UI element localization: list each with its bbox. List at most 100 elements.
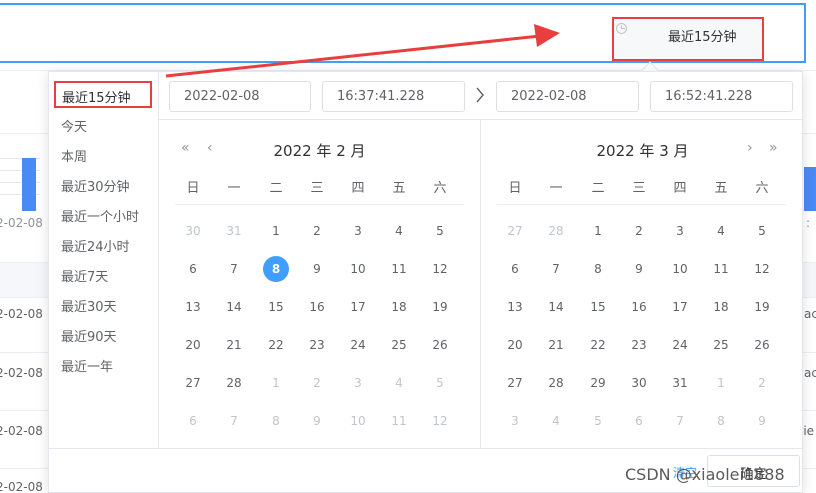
calendar-day[interactable]: 28 <box>221 370 247 396</box>
calendar-day[interactable]: 23 <box>626 332 652 358</box>
calendar-day-other-month[interactable]: 1 <box>708 370 734 396</box>
calendar-day[interactable]: 18 <box>386 294 412 320</box>
calendar-day[interactable]: 18 <box>708 294 734 320</box>
calendar-day[interactable]: 27 <box>180 370 206 396</box>
calendar-day[interactable]: 27 <box>502 370 528 396</box>
calendar-day-other-month[interactable]: 8 <box>708 408 734 434</box>
calendar-day[interactable]: 22 <box>263 332 289 358</box>
calendar-day[interactable]: 17 <box>667 294 693 320</box>
calendar-day[interactable]: 12 <box>427 256 453 282</box>
calendar-day[interactable]: 3 <box>345 218 371 244</box>
shortcut-last-90-days[interactable]: 最近90天 <box>61 326 117 345</box>
calendar-day[interactable]: 15 <box>585 294 611 320</box>
calendar-day[interactable]: 4 <box>386 218 412 244</box>
calendar-day-other-month[interactable]: 2 <box>304 370 330 396</box>
calendar-day-other-month[interactable]: 1 <box>263 370 289 396</box>
calendar-day-other-month[interactable]: 28 <box>543 218 569 244</box>
calendar-day[interactable]: 17 <box>345 294 371 320</box>
shortcut-today[interactable]: 今天 <box>61 116 87 135</box>
calendar-day[interactable]: 26 <box>427 332 453 358</box>
calendar-day[interactable]: 14 <box>543 294 569 320</box>
calendar-day-other-month[interactable]: 6 <box>180 408 206 434</box>
calendar-day-other-month[interactable]: 10 <box>345 408 371 434</box>
calendar-day-other-month[interactable]: 3 <box>502 408 528 434</box>
shortcut-last-7-days[interactable]: 最近7天 <box>61 266 108 285</box>
calendar-day[interactable]: 19 <box>427 294 453 320</box>
end-date-input[interactable]: 2022-02-08 <box>496 81 639 112</box>
calendar-day[interactable]: 14 <box>221 294 247 320</box>
end-time-input[interactable]: 16:52:41.228 <box>650 81 793 112</box>
calendar-day[interactable]: 13 <box>502 294 528 320</box>
calendar-day[interactable]: 25 <box>386 332 412 358</box>
calendar-day-other-month[interactable]: 31 <box>221 218 247 244</box>
calendar-day-other-month[interactable]: 11 <box>386 408 412 434</box>
calendar-day-other-month[interactable]: 8 <box>263 408 289 434</box>
calendar-day[interactable]: 6 <box>180 256 206 282</box>
calendar-day[interactable]: 10 <box>667 256 693 282</box>
calendar-day[interactable]: 20 <box>180 332 206 358</box>
calendar-day[interactable]: 4 <box>708 218 734 244</box>
calendar-day-other-month[interactable]: 5 <box>585 408 611 434</box>
calendar-day-other-month[interactable]: 30 <box>180 218 206 244</box>
calendar-day[interactable]: 13 <box>180 294 206 320</box>
calendar-day[interactable]: 5 <box>427 218 453 244</box>
calendar-day[interactable]: 1 <box>263 218 289 244</box>
calendar-day-other-month[interactable]: 4 <box>386 370 412 396</box>
calendar-day[interactable]: 29 <box>585 370 611 396</box>
calendar-day[interactable]: 21 <box>543 332 569 358</box>
calendar-day[interactable]: 6 <box>502 256 528 282</box>
calendar-day[interactable]: 26 <box>749 332 775 358</box>
calendar-day[interactable]: 2 <box>626 218 652 244</box>
calendar-day[interactable]: 22 <box>585 332 611 358</box>
time-range-trigger[interactable]: 最近15分钟 <box>612 17 764 61</box>
calendar-day[interactable]: 11 <box>386 256 412 282</box>
calendar-day[interactable]: 10 <box>345 256 371 282</box>
calendar-day-other-month[interactable]: 7 <box>221 408 247 434</box>
start-time-input[interactable]: 16:37:41.228 <box>322 81 465 112</box>
shortcut-this-week[interactable]: 本周 <box>61 146 87 165</box>
calendar-day-other-month[interactable]: 5 <box>427 370 453 396</box>
calendar-day-other-month[interactable]: 3 <box>345 370 371 396</box>
calendar-day-other-month[interactable]: 6 <box>626 408 652 434</box>
calendar-day[interactable]: 24 <box>667 332 693 358</box>
calendar-day-other-month[interactable]: 7 <box>667 408 693 434</box>
watermark: CSDN @xiaolei1888 <box>625 465 785 484</box>
calendar-day[interactable]: 1 <box>585 218 611 244</box>
calendar-day[interactable]: 11 <box>708 256 734 282</box>
calendar-day-other-month[interactable]: 27 <box>502 218 528 244</box>
calendar-day[interactable]: 7 <box>543 256 569 282</box>
shortcut-last-hour[interactable]: 最近一个小时 <box>61 206 139 225</box>
calendar-day[interactable]: 21 <box>221 332 247 358</box>
calendar-day[interactable]: 9 <box>626 256 652 282</box>
calendar-day-other-month[interactable]: 9 <box>304 408 330 434</box>
calendar-day[interactable]: 30 <box>626 370 652 396</box>
calendar-day[interactable]: 5 <box>749 218 775 244</box>
calendar-day[interactable]: 24 <box>345 332 371 358</box>
calendar-day[interactable]: 16 <box>304 294 330 320</box>
calendar-day[interactable]: 8 <box>585 256 611 282</box>
shortcut-last-30-days[interactable]: 最近30天 <box>61 296 117 315</box>
calendar-day-other-month[interactable]: 9 <box>749 408 775 434</box>
calendar-day-selected[interactable]: 8 <box>263 256 289 282</box>
shortcut-last-24-hours[interactable]: 最近24小时 <box>61 236 130 255</box>
calendar-day[interactable]: 2 <box>304 218 330 244</box>
calendar-day[interactable]: 19 <box>749 294 775 320</box>
calendar-day[interactable]: 28 <box>543 370 569 396</box>
calendar-day[interactable]: 15 <box>263 294 289 320</box>
calendar-day[interactable]: 16 <box>626 294 652 320</box>
calendar-day-other-month[interactable]: 12 <box>427 408 453 434</box>
start-date-input[interactable]: 2022-02-08 <box>169 81 311 112</box>
calendar-day[interactable]: 7 <box>221 256 247 282</box>
calendar-day[interactable]: 9 <box>304 256 330 282</box>
calendar-day[interactable]: 25 <box>708 332 734 358</box>
calendar-day[interactable]: 23 <box>304 332 330 358</box>
calendar-day[interactable]: 12 <box>749 256 775 282</box>
calendar-day[interactable]: 20 <box>502 332 528 358</box>
shortcut-last-15-min[interactable]: 最近15分钟 <box>54 81 152 108</box>
calendar-day-other-month[interactable]: 2 <box>749 370 775 396</box>
calendar-day[interactable]: 31 <box>667 370 693 396</box>
calendar-day[interactable]: 3 <box>667 218 693 244</box>
shortcut-last-30-min[interactable]: 最近30分钟 <box>61 176 130 195</box>
shortcut-last-year[interactable]: 最近一年 <box>61 356 113 375</box>
calendar-day-other-month[interactable]: 4 <box>543 408 569 434</box>
